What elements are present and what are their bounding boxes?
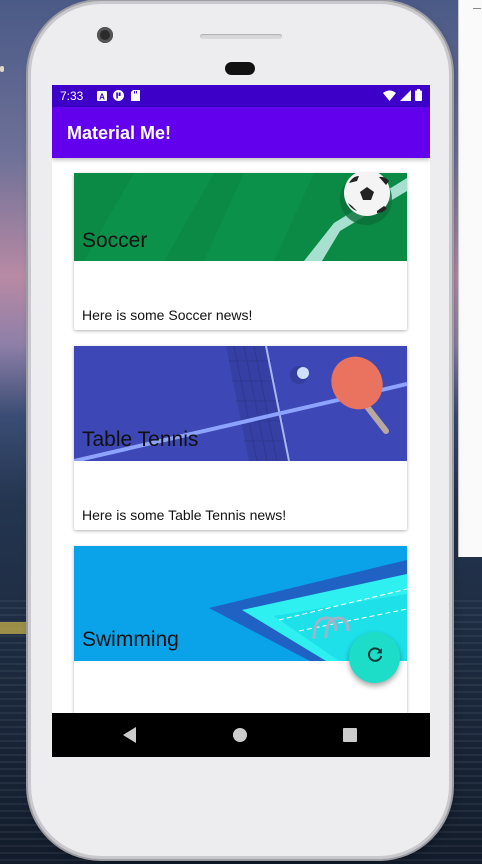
camera-icon	[97, 27, 113, 43]
window-divider	[473, 8, 481, 9]
background-desktop-mark	[0, 66, 4, 72]
card-news: Here is some Soccer news!	[82, 307, 253, 323]
sports-list[interactable]: Soccer Here is some Soccer news! Table T…	[52, 158, 430, 713]
speaker-grille	[200, 34, 282, 39]
list-item-table-tennis[interactable]: Table Tennis Here is some Table Tennis n…	[74, 346, 407, 530]
app-title: Material Me!	[67, 123, 172, 143]
app-bar: Material Me!	[52, 107, 430, 158]
card-title: Soccer	[82, 229, 148, 252]
notification-p-icon	[113, 90, 124, 101]
signal-icon	[400, 89, 411, 104]
device-screen: 7:33 A Material Me! Soccer Here is some …	[52, 85, 430, 757]
back-icon[interactable]	[120, 725, 140, 745]
status-system-icons	[383, 89, 422, 104]
sd-card-icon	[130, 90, 141, 101]
notification-a-icon: A	[96, 90, 107, 101]
status-time: 7:33	[60, 89, 84, 103]
home-icon[interactable]	[230, 725, 250, 745]
earpiece	[225, 62, 255, 75]
system-nav-bar	[52, 713, 430, 757]
list-item-soccer[interactable]: Soccer Here is some Soccer news!	[74, 173, 407, 330]
card-news: Here is some Table Tennis news!	[82, 507, 287, 523]
refresh-fab[interactable]	[349, 632, 400, 683]
wifi-icon	[383, 90, 396, 104]
soccer-image: Soccer	[74, 173, 407, 261]
battery-icon	[415, 89, 422, 104]
card-title: Table Tennis	[82, 428, 199, 451]
svg-text:A: A	[99, 92, 105, 101]
recents-icon[interactable]	[340, 725, 360, 745]
table-tennis-image: Table Tennis	[74, 346, 407, 461]
status-notification-icons: A	[96, 90, 141, 101]
status-bar: 7:33 A	[52, 85, 430, 107]
refresh-icon	[366, 646, 384, 669]
list-item-swimming[interactable]: Swimming	[74, 546, 407, 713]
background-window	[458, 0, 482, 557]
card-title: Swimming	[82, 628, 179, 651]
